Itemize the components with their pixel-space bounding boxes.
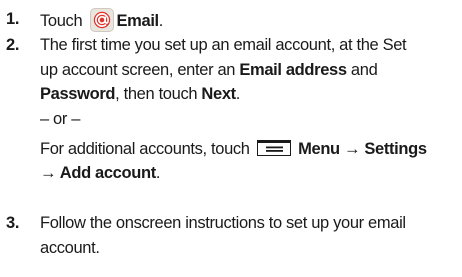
- step-text: account.: [40, 238, 100, 257]
- email-address-term: Email address: [239, 60, 347, 79]
- password-term: Password: [40, 85, 116, 103]
- step-number: 2.: [6, 36, 20, 54]
- step-text: Touch: [40, 12, 83, 30]
- step-number: 3.: [6, 214, 20, 232]
- step-body: Follow the onscreen instructions to set …: [40, 212, 458, 261]
- or-separator: – or –: [40, 109, 81, 128]
- email-icon: [89, 8, 114, 32]
- step-text: Follow the onscreen instructions to set …: [40, 214, 406, 232]
- instruction-document: 1. Touch Email. 2. The first time you se…: [0, 0, 462, 277]
- step-text: The first time you set up an email accou…: [40, 36, 407, 54]
- next-term: Next: [201, 85, 236, 103]
- add-account-path: → Add account: [40, 164, 156, 182]
- menu-icon: [256, 139, 291, 156]
- step-body: The first time you set up an email accou…: [40, 34, 458, 187]
- step-number: 1.: [6, 10, 20, 28]
- step-body: Touch Email.: [40, 8, 458, 33]
- menu-settings-path: Menu → Settings: [298, 139, 427, 158]
- email-label: Email: [116, 12, 160, 30]
